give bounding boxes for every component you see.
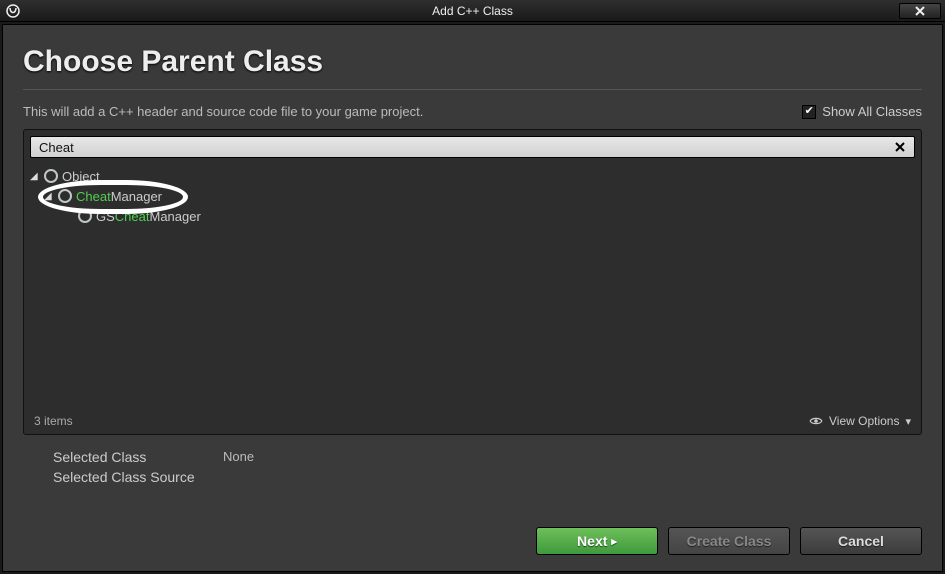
tree-row-gscheatmanager[interactable]: GSCheatManager: [64, 206, 915, 226]
tree-row-label: CheatManager: [76, 189, 162, 204]
tree-row-label: GSCheatManager: [96, 209, 201, 224]
class-list-panel: ◢ Object ◢ CheatManager GSCheatManager: [23, 129, 922, 435]
view-options-button[interactable]: View Options ▾: [809, 414, 911, 428]
search-row: [30, 136, 915, 158]
chevron-down-icon: ▾: [905, 415, 911, 428]
disclosure-triangle-icon[interactable]: ◢: [44, 191, 54, 202]
unreal-logo-icon: [4, 2, 22, 20]
show-all-classes-label: Show All Classes: [822, 104, 922, 119]
item-count-label: 3 items: [34, 414, 73, 428]
selected-class-source-value: [223, 469, 922, 485]
selected-class-label: Selected Class: [53, 449, 223, 465]
selected-class-value: None: [223, 449, 922, 465]
cancel-button[interactable]: Cancel: [800, 527, 922, 555]
chevron-right-icon: ▸: [611, 535, 617, 548]
divider: [23, 89, 922, 90]
description-row: This will add a C++ header and source co…: [23, 104, 922, 119]
titlebar: Add C++ Class: [0, 0, 945, 22]
show-all-classes-checkbox[interactable]: ✔ Show All Classes: [802, 104, 922, 119]
next-button[interactable]: Next ▸: [536, 527, 658, 555]
page-title: Choose Parent Class: [23, 45, 922, 79]
panel-footer: 3 items View Options ▾: [24, 408, 921, 434]
close-button[interactable]: [899, 3, 941, 19]
class-icon: [78, 209, 92, 223]
close-icon: [895, 142, 905, 152]
close-icon: [915, 6, 925, 16]
disclosure-triangle-icon[interactable]: ◢: [30, 171, 40, 182]
create-class-button: Create Class: [668, 527, 790, 555]
search-input[interactable]: [39, 140, 892, 155]
class-icon: [44, 169, 58, 183]
class-icon: [58, 189, 72, 203]
tree-row-cheatmanager[interactable]: ◢ CheatManager: [44, 186, 915, 206]
check-icon: ✔: [805, 106, 814, 117]
tree-row-object[interactable]: ◢ Object: [30, 166, 915, 186]
description-text: This will add a C++ header and source co…: [23, 104, 423, 119]
tree-row-label: Object: [62, 169, 100, 184]
class-tree[interactable]: ◢ Object ◢ CheatManager GSCheatManager: [24, 164, 921, 408]
checkbox-box: ✔: [802, 105, 816, 119]
window-body: Choose Parent Class This will add a C++ …: [2, 24, 943, 572]
eye-icon: [809, 414, 823, 428]
window-title: Add C++ Class: [0, 4, 945, 18]
selected-class-source-label: Selected Class Source: [53, 469, 223, 485]
button-row: Next ▸ Create Class Cancel: [23, 511, 922, 555]
selected-class-info: Selected Class None Selected Class Sourc…: [53, 449, 922, 485]
clear-search-button[interactable]: [892, 139, 908, 155]
